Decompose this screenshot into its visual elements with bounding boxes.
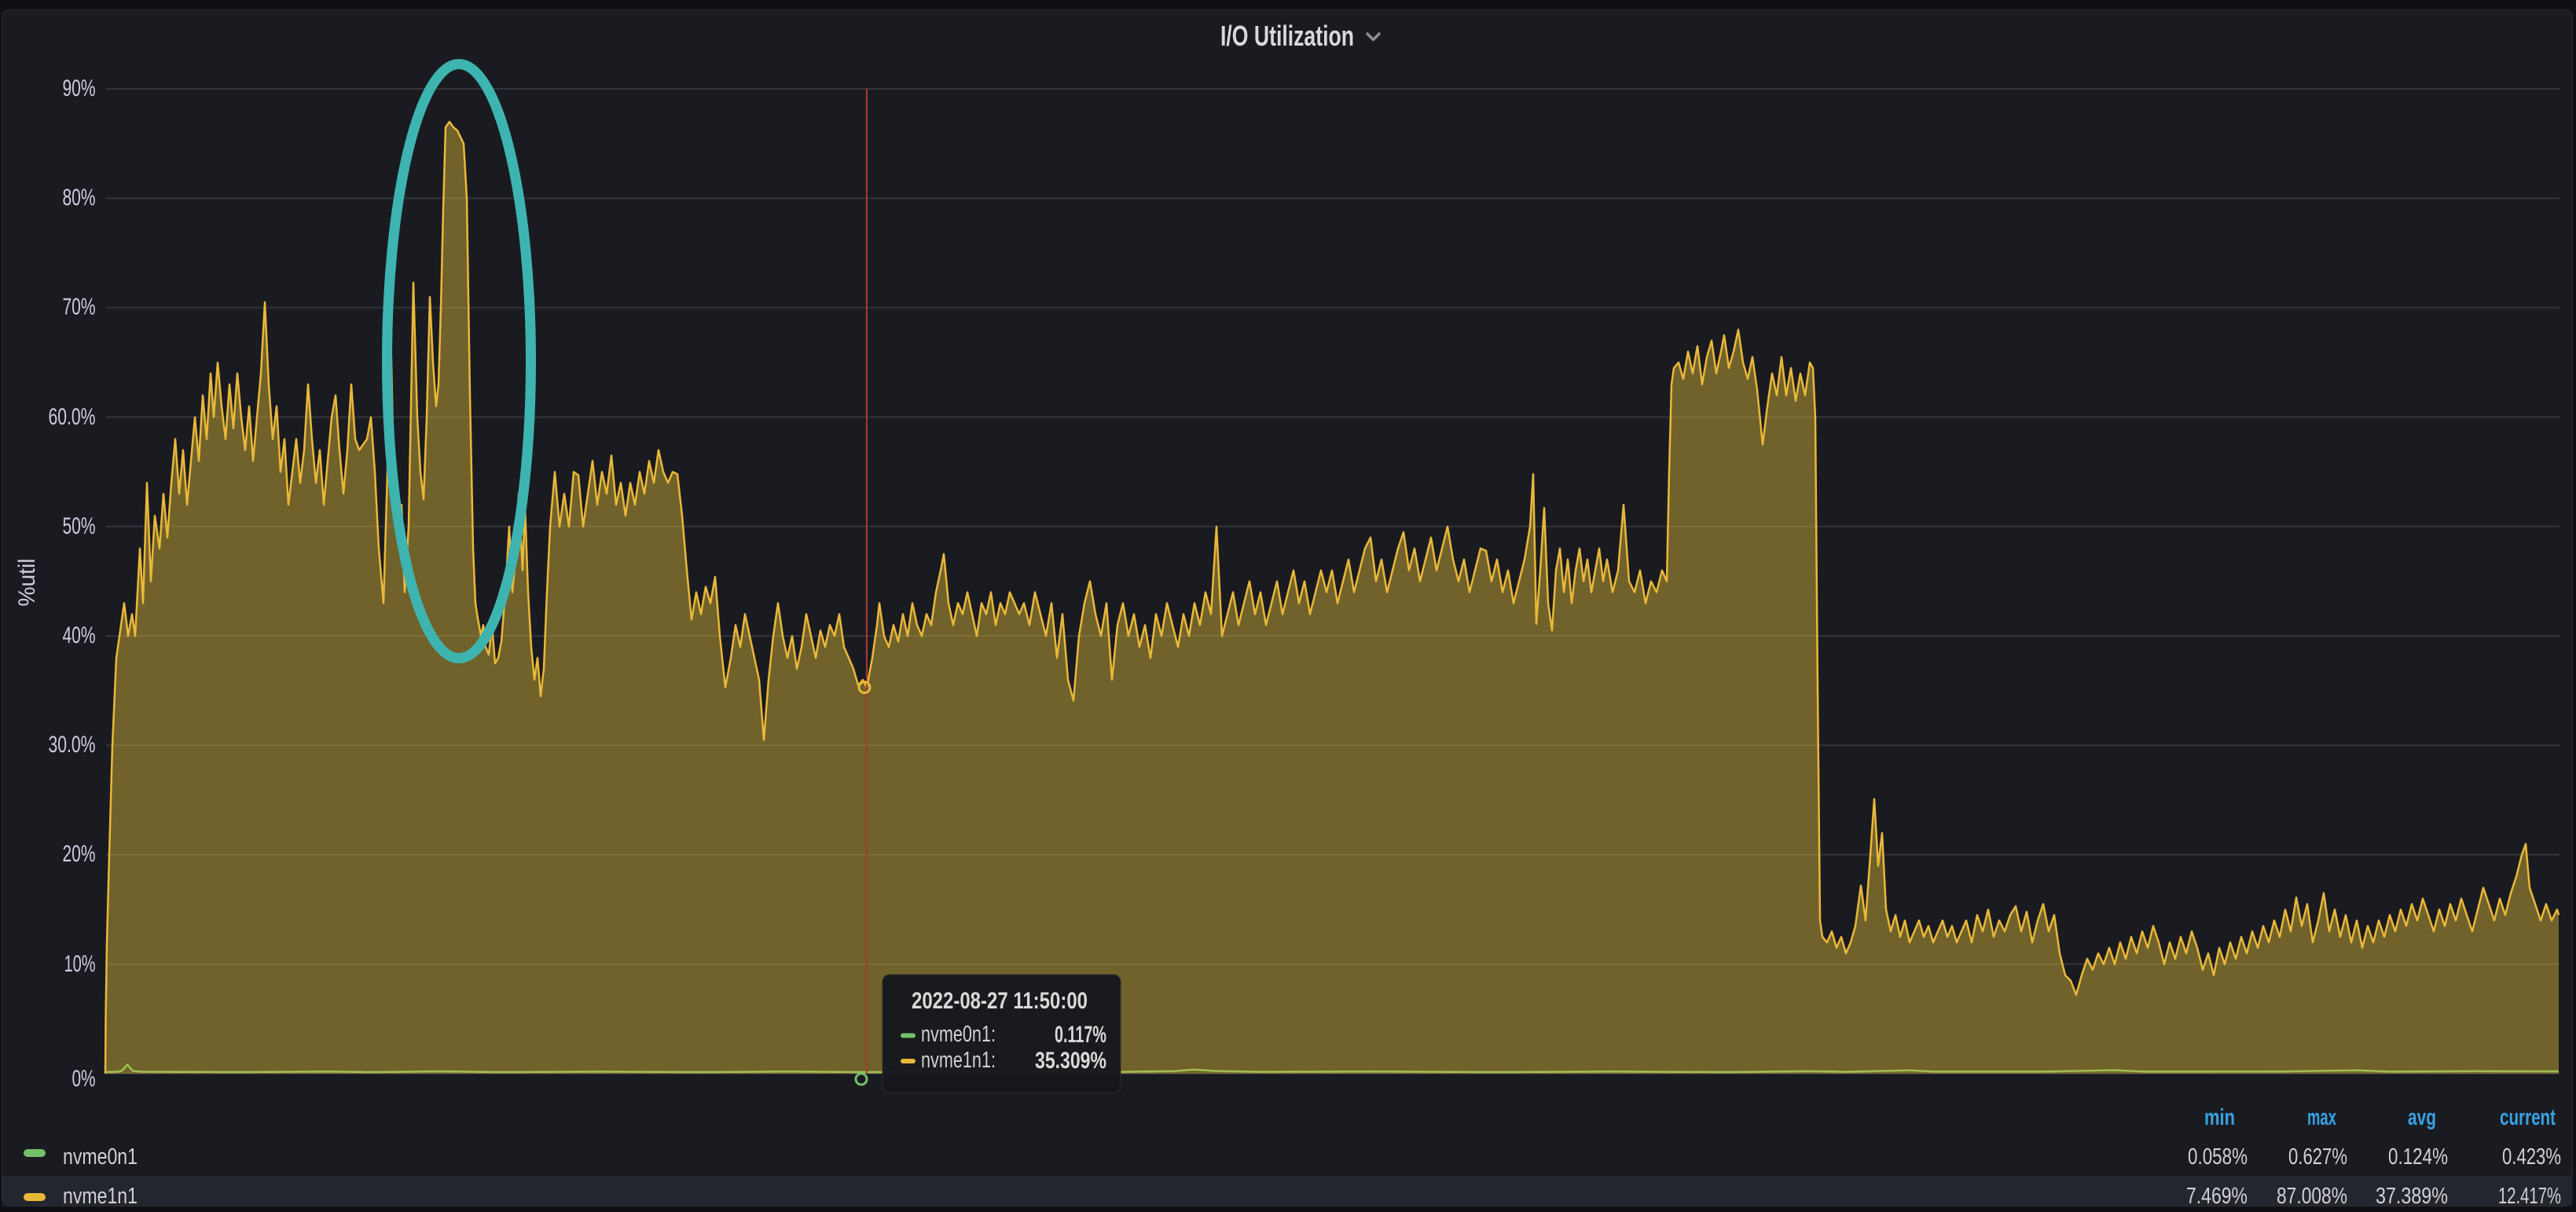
svg-text:0.117%: 0.117%: [1055, 1022, 1106, 1048]
svg-text:37.389%: 37.389%: [2376, 1184, 2448, 1209]
svg-text:0.627%: 0.627%: [2288, 1144, 2347, 1170]
svg-text:35.309%: 35.309%: [1035, 1048, 1106, 1074]
svg-text:2022-08-27 11:50:00: 2022-08-27 11:50:00: [912, 988, 1088, 1014]
svg-text:40%: 40%: [63, 623, 96, 648]
svg-text:nvme0n1:: nvme0n1:: [921, 1022, 996, 1047]
svg-text:80%: 80%: [63, 185, 96, 211]
svg-text:0.124%: 0.124%: [2388, 1144, 2448, 1170]
svg-text:87.008%: 87.008%: [2277, 1184, 2347, 1209]
svg-text:max: max: [2307, 1105, 2336, 1130]
svg-text:12.417%: 12.417%: [2498, 1184, 2561, 1209]
svg-text:min: min: [2204, 1105, 2235, 1130]
svg-text:nvme1n1:: nvme1n1:: [921, 1048, 996, 1073]
svg-text:0%: 0%: [72, 1066, 96, 1092]
svg-text:90%: 90%: [63, 75, 96, 101]
svg-text:avg: avg: [2408, 1105, 2436, 1130]
svg-text:%util: %util: [14, 559, 40, 607]
svg-text:20%: 20%: [63, 841, 96, 867]
svg-text:0.058%: 0.058%: [2188, 1144, 2248, 1170]
svg-text:nvme1n1: nvme1n1: [63, 1184, 138, 1209]
svg-text:70%: 70%: [63, 294, 96, 320]
svg-text:7.469%: 7.469%: [2186, 1184, 2248, 1209]
svg-text:60.0%: 60.0%: [49, 404, 96, 430]
svg-text:current: current: [2500, 1105, 2556, 1130]
svg-text:nvme0n1: nvme0n1: [63, 1144, 138, 1170]
svg-text:10%: 10%: [64, 951, 96, 977]
svg-text:30.0%: 30.0%: [49, 732, 96, 758]
svg-text:I/O Utilization: I/O Utilization: [1220, 20, 1354, 52]
svg-text:50%: 50%: [63, 513, 96, 539]
svg-text:0.423%: 0.423%: [2502, 1144, 2561, 1170]
